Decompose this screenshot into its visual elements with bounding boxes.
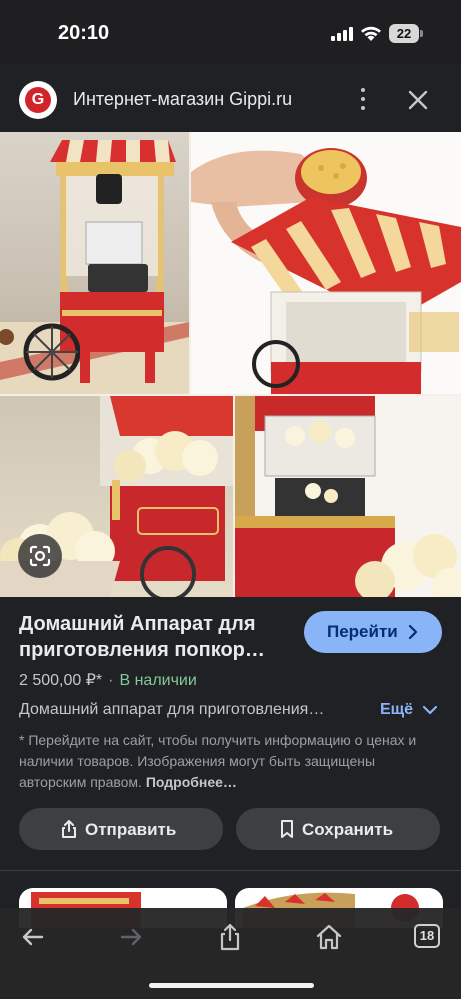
divider	[0, 870, 461, 871]
tabs-icon[interactable]: 18	[414, 922, 444, 952]
home-indicator[interactable]	[149, 983, 314, 988]
visit-label: Перейти	[327, 622, 398, 641]
back-arrow-icon[interactable]	[18, 922, 48, 952]
lens-search-button[interactable]	[18, 534, 62, 578]
home-icon[interactable]	[314, 922, 344, 952]
tab-count: 18	[414, 924, 440, 948]
lens-icon	[29, 545, 51, 567]
status-time: 20:10	[58, 22, 110, 44]
battery-level: 22	[389, 24, 419, 43]
battery-icon: 22	[389, 24, 423, 43]
more-button[interactable]: Ещё	[380, 701, 437, 719]
visit-button[interactable]: Перейти	[304, 611, 442, 653]
share-icon[interactable]	[215, 922, 245, 952]
status-bar: 20:10 22	[0, 0, 461, 64]
product-info-panel: Домашний Аппарат для приготовления попко…	[0, 597, 461, 870]
bookmark-icon	[281, 820, 293, 838]
save-button[interactable]: Сохранить	[236, 808, 440, 850]
price: 2 500,00 ₽*	[19, 672, 103, 689]
site-logo-letter: G	[25, 87, 51, 113]
share-button[interactable]: Отправить	[19, 808, 223, 850]
image-tile-pouring	[191, 132, 461, 394]
learn-more-link[interactable]: Подробнее…	[146, 774, 237, 790]
site-logo[interactable]: G	[19, 81, 57, 119]
share-label: Отправить	[85, 820, 177, 839]
chevron-right-icon	[408, 625, 418, 639]
product-description: Домашний аппарат для приготовления…	[19, 701, 325, 718]
wifi-icon	[361, 26, 381, 41]
image-tile-detail	[235, 396, 461, 597]
more-vert-icon[interactable]	[356, 88, 370, 110]
price-row: 2 500,00 ₽* · В наличии	[19, 670, 197, 690]
site-title[interactable]: Интернет-магазин Gippi.ru	[73, 89, 292, 110]
save-label: Сохранить	[302, 820, 394, 839]
availability-badge: В наличии	[119, 672, 197, 689]
forward-arrow-icon[interactable]	[116, 922, 146, 952]
image-tile-cart	[0, 132, 189, 394]
source-header: G Интернет-магазин Gippi.ru	[0, 64, 461, 132]
more-label: Ещё	[380, 701, 414, 718]
product-image[interactable]	[0, 132, 461, 597]
close-icon[interactable]	[406, 88, 430, 112]
separator: ·	[108, 672, 114, 689]
share-icon	[62, 820, 76, 838]
chevron-down-icon	[423, 705, 437, 715]
disclaimer: * Перейдите на сайт, чтобы получить инфо…	[19, 730, 419, 793]
product-title[interactable]: Домашний Аппарат для приготовления попко…	[19, 611, 289, 663]
signal-icon	[331, 27, 353, 41]
